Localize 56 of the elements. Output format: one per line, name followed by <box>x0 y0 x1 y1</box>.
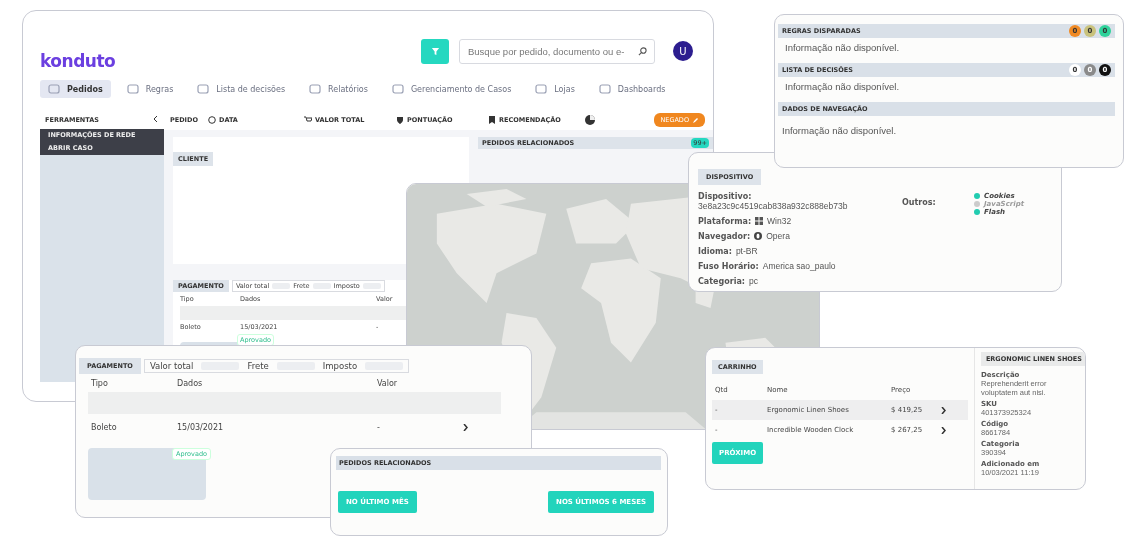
field-value: Win32 <box>767 216 792 226</box>
nav-tab[interactable]: Regras <box>118 80 182 98</box>
column-icon <box>396 116 404 124</box>
field-value: America sao_paulo <box>762 261 836 271</box>
tab-icon <box>391 84 404 94</box>
field-value: 3e8a23c9c4519cab838a932c888eb73b <box>698 201 848 211</box>
filter-icon <box>430 46 440 56</box>
table-cell-text: Boleto <box>91 422 118 432</box>
tab-icon <box>535 84 548 94</box>
pie-chart-icon <box>584 114 596 126</box>
summary-label: Frete <box>247 361 269 371</box>
chevron-icon[interactable] <box>941 426 946 434</box>
collapse-icon[interactable] <box>153 115 158 124</box>
pencil-icon <box>693 117 699 123</box>
summary-label: Imposto <box>322 361 358 371</box>
nav-tab[interactable]: Pedidos <box>40 80 111 98</box>
chevron-icon[interactable] <box>463 423 468 431</box>
field-label: Categoria: <box>698 276 746 286</box>
table-cell-text: - <box>377 422 381 432</box>
user-avatar[interactable]: U <box>673 41 693 61</box>
tab-icon <box>197 84 210 94</box>
nav-tab[interactable]: Lista de decisões <box>189 80 294 98</box>
browser-icon <box>754 232 763 240</box>
field-label: Outros: <box>902 198 937 209</box>
nav-tab[interactable]: Lojas <box>527 80 583 98</box>
tab-icon <box>126 84 139 94</box>
logo[interactable]: konduto <box>40 51 116 71</box>
empty-message: Informação não disponível. <box>784 41 901 55</box>
empty-message: Informação não disponível. <box>784 80 901 94</box>
column-header: Tipo <box>91 378 109 388</box>
summary-label: Valor total <box>149 361 194 371</box>
field-label: Navegador: <box>698 231 751 241</box>
empty-message: Informação não disponível. <box>781 124 898 138</box>
windows-icon <box>755 217 764 225</box>
search-field[interactable]: Busque por pedido, documento ou e- <box>459 38 655 64</box>
tab-icon <box>598 84 611 94</box>
tab-icon <box>309 84 322 94</box>
field-value: pc <box>749 276 758 286</box>
nav-tab[interactable]: Gerenciamento de Casos <box>383 80 520 98</box>
nav-tab[interactable]: Relatórios <box>301 80 376 98</box>
chevron-icon[interactable] <box>941 406 946 414</box>
field-label: Plataforma: <box>698 216 752 226</box>
table-cell-text: 15/03/2021 <box>177 422 225 432</box>
column-header: Valor <box>377 378 399 388</box>
field-value: Opera <box>766 231 790 241</box>
column-icon <box>304 116 312 124</box>
column-icon <box>488 116 496 124</box>
column-icon <box>208 116 216 124</box>
tab-icon <box>48 84 60 94</box>
nav-tab[interactable]: Dashboards <box>590 80 674 98</box>
field-value: pt-BR <box>735 246 758 256</box>
field-label: Idioma: <box>698 246 732 256</box>
field-label: Dispositivo: <box>698 192 752 201</box>
field-label: Fuso Horário: <box>698 261 759 271</box>
search-icon <box>638 46 647 56</box>
column-header: Dados <box>177 378 204 388</box>
